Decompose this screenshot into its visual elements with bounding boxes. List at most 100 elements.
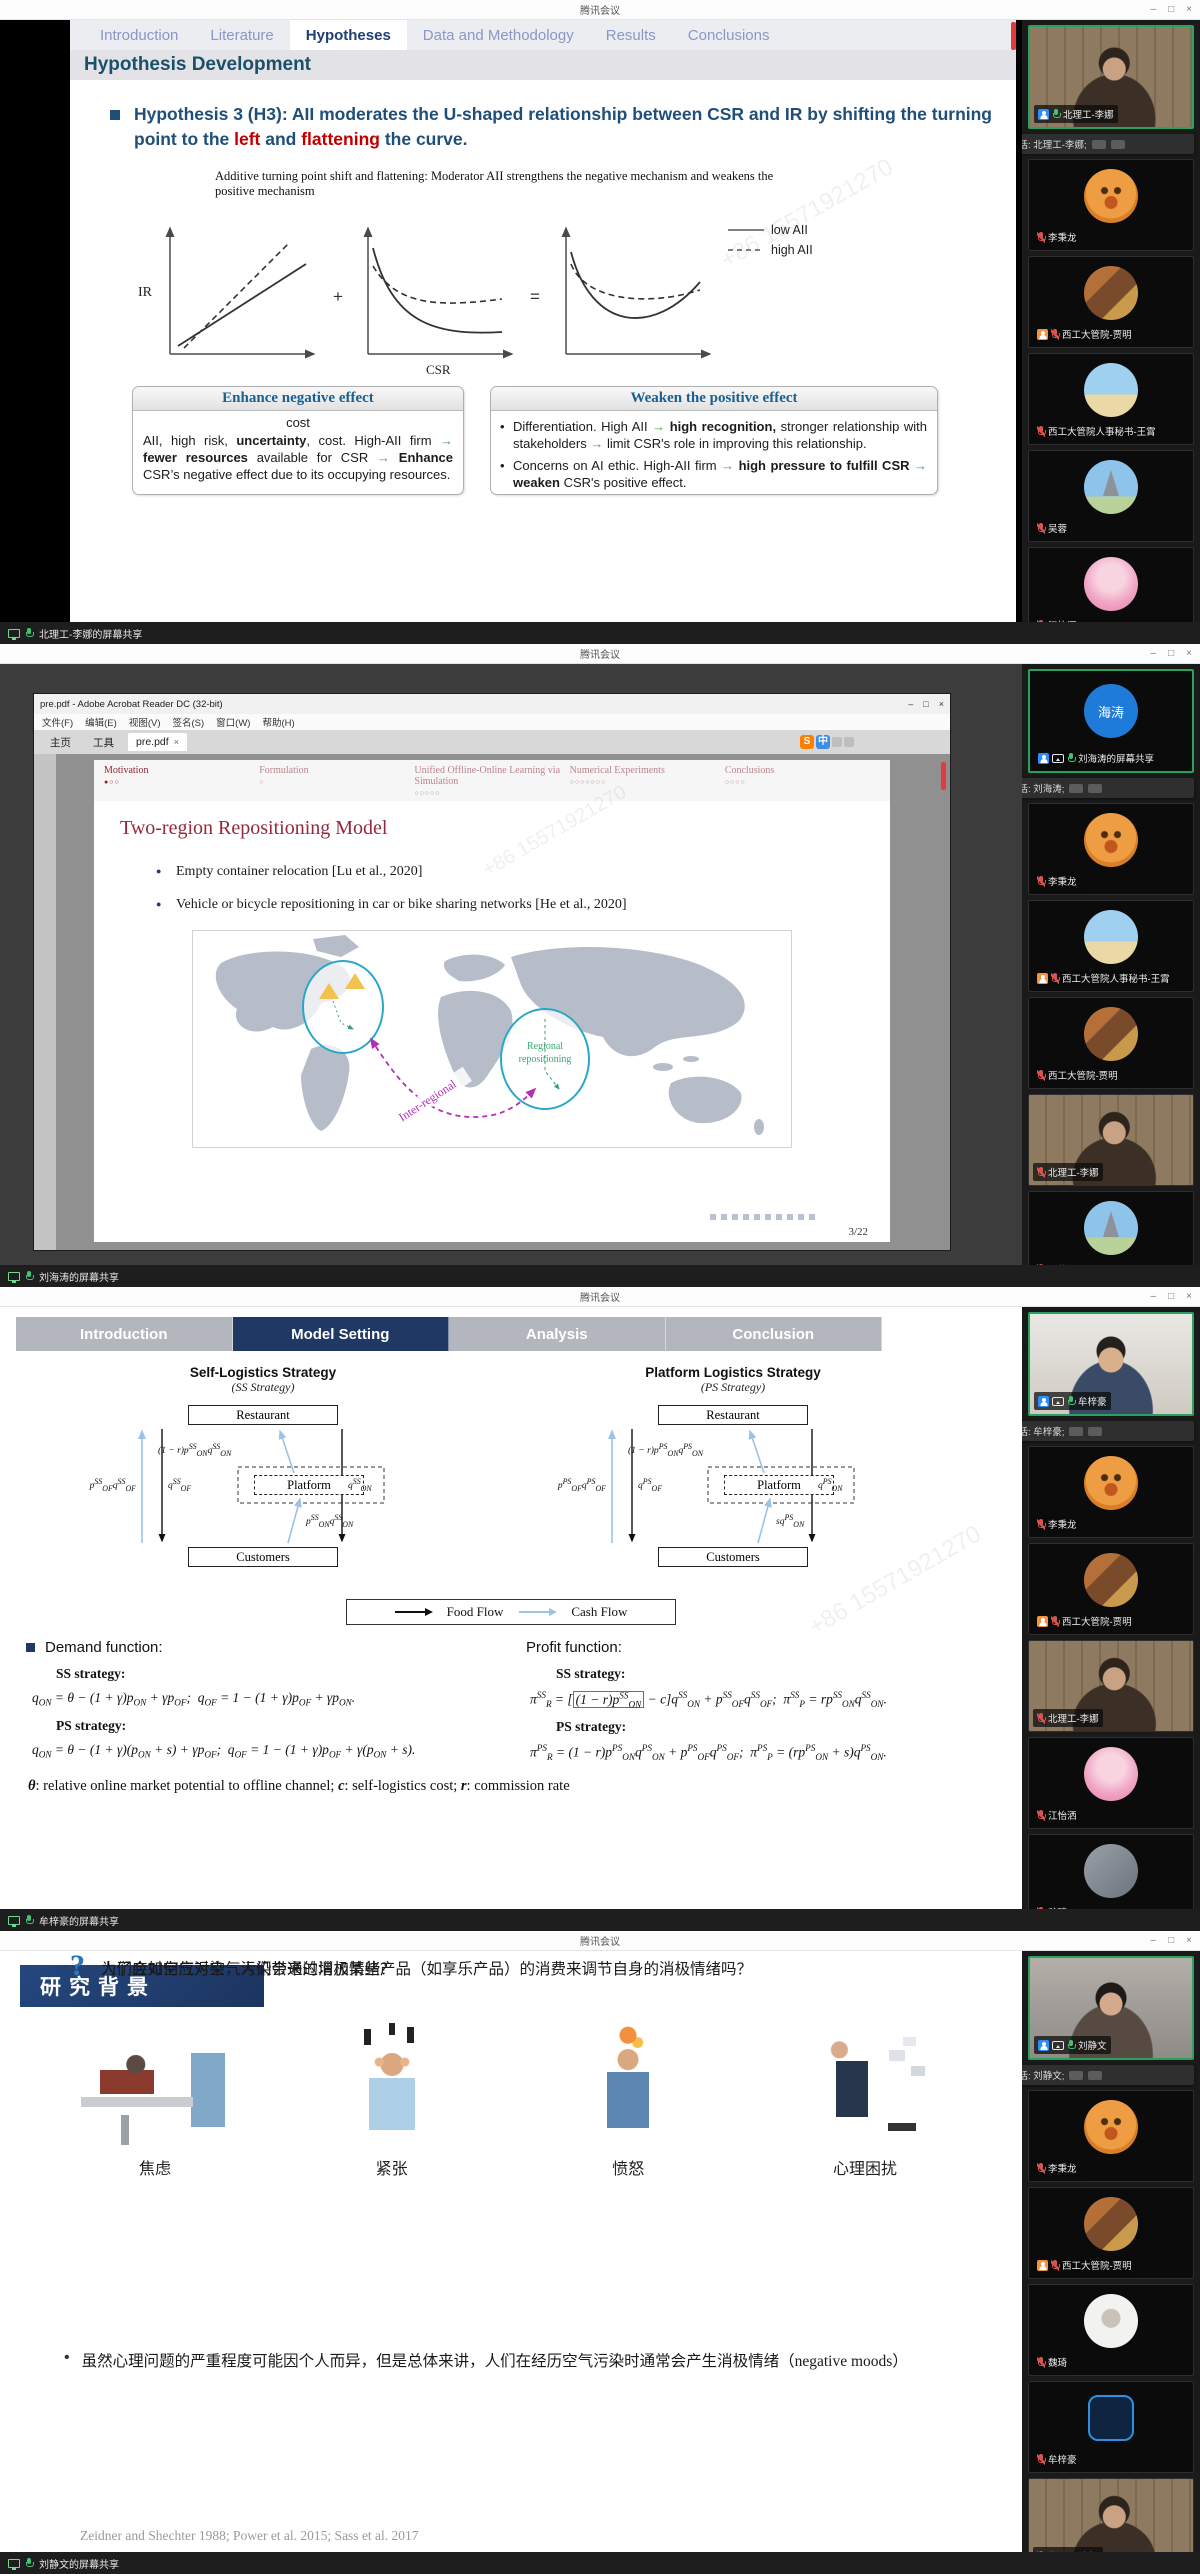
illustration-label: 紧张 [376, 2155, 408, 2179]
maximize-button[interactable]: □ [1168, 4, 1174, 15]
participant-tile[interactable]: 牟梓豪 [1028, 1312, 1194, 1416]
menu-item[interactable]: 视图(V) [129, 715, 161, 729]
participant-tile[interactable]: 吴蓉 [1028, 1191, 1194, 1265]
participant-tile[interactable]: 李秉龙 [1028, 2090, 1194, 2182]
share-status-bar[interactable]: 北理工-李娜的屏幕共享 [0, 622, 1200, 644]
role-badge-icon [1038, 109, 1049, 120]
ime-lang-icon[interactable]: 中 [816, 735, 830, 749]
close-button[interactable]: × [939, 699, 944, 709]
customers-box: Customers [658, 1547, 808, 1567]
slide-tab[interactable]: Data and Methodology [407, 20, 590, 50]
participant-tile[interactable]: 西工大管院-贾明 [1028, 2187, 1194, 2279]
slide-tab[interactable]: Literature [194, 20, 289, 50]
beamer-section[interactable]: Unified Offline-Online Learning via Simu… [414, 765, 569, 797]
slide-tab[interactable]: Results [590, 20, 672, 50]
sogou-icon[interactable]: S [800, 735, 814, 749]
close-button[interactable]: × [1186, 4, 1192, 15]
close-tab-icon[interactable]: × [174, 737, 179, 747]
tab-document[interactable]: pre.pdf× [128, 733, 187, 751]
minimize-button[interactable]: – [1151, 1935, 1157, 1946]
participant-tile[interactable]: 北理工-李娜 [1028, 25, 1194, 129]
reply-arrow-icon[interactable] [1088, 784, 1102, 793]
participant-tile[interactable]: 李秉龙 [1028, 803, 1194, 895]
pdf-page: Motivation ●○○ Formulation ○ U [94, 760, 890, 1242]
participant-tile[interactable]: 西工大管院人事秘书-王霄 [1028, 900, 1194, 992]
maximize-button[interactable]: □ [1168, 1935, 1174, 1946]
share-status-bar[interactable]: 牟梓豪的屏幕共享 [0, 1909, 1200, 1931]
beamer-nav-buttons[interactable] [710, 1214, 820, 1220]
participant-tile[interactable]: 西工大管院-贾明 [1028, 997, 1194, 1089]
app-title: 腾讯会议 [580, 1933, 620, 1948]
close-button[interactable]: × [1186, 1935, 1192, 1946]
minimize-button[interactable]: – [1151, 1291, 1157, 1302]
menu-item[interactable]: 编辑(E) [85, 715, 117, 729]
participant-tile[interactable]: 李秉龙 [1028, 159, 1194, 251]
scrollbar-thumb[interactable] [941, 762, 946, 790]
menu-item[interactable]: 文件(F) [42, 715, 73, 729]
participant-tile[interactable]: 吴蓉 [1028, 450, 1194, 542]
participant-name: 李秉龙 [1048, 874, 1077, 888]
participant-tile[interactable]: 魏琦 [1028, 2284, 1194, 2376]
beamer-section[interactable]: Motivation ●○○ [104, 765, 259, 797]
participant-tile[interactable]: 刘静文 [1028, 1956, 1194, 2060]
box-bullet: Differentiation. High AII → high recogni… [491, 415, 937, 454]
menu-item[interactable]: 帮助(H) [262, 715, 294, 729]
participant-tile[interactable]: 魏琦 [1028, 1834, 1194, 1909]
share-status-bar[interactable]: 刘海涛的屏幕共享 [0, 1265, 1200, 1287]
participant-tile[interactable]: 李秉龙 [1028, 1446, 1194, 1538]
tab-home[interactable]: 主页 [42, 732, 79, 753]
minimize-button[interactable]: – [1151, 4, 1157, 15]
tab-tools[interactable]: 工具 [85, 732, 122, 753]
close-button[interactable]: × [1186, 648, 1192, 659]
participant-tile[interactable]: 海涛 刘海涛的屏幕共享 [1028, 669, 1194, 773]
mic-icon [1051, 2260, 1059, 2271]
reply-arrow-icon[interactable] [1088, 2071, 1102, 2080]
acrobat-titlebar: pre.pdf - Adobe Acrobat Reader DC (32-bi… [34, 694, 950, 714]
participant-tile[interactable]: 北理工-李娜 [1028, 2478, 1194, 2552]
slide-tab[interactable]: Conclusions [672, 20, 786, 50]
participant-tile[interactable]: 北理工-李娜 [1028, 1094, 1194, 1186]
reply-arrow-icon[interactable] [1088, 1427, 1102, 1436]
mic-icon [1067, 2040, 1075, 2051]
maximize-button[interactable]: □ [1168, 1291, 1174, 1302]
menu-item[interactable]: 窗口(W) [216, 715, 250, 729]
slide-tab[interactable]: Hypotheses [290, 20, 407, 50]
pdf-view-area: Motivation ●○○ Formulation ○ U [34, 754, 950, 1250]
participant-tile[interactable]: 北理工-李娜 [1028, 1640, 1194, 1732]
beamer-section[interactable]: Formulation ○ [259, 765, 414, 797]
maximize-button[interactable]: □ [923, 699, 928, 709]
minimize-button[interactable]: – [908, 699, 913, 709]
scrollbar-thumb[interactable] [1011, 22, 1016, 50]
participant-tile[interactable]: 西工大管院-贾明 [1028, 256, 1194, 348]
ime-tool-icon[interactable] [844, 737, 854, 747]
close-button[interactable]: × [1186, 1291, 1192, 1302]
participant-tile[interactable]: 西工大管院人事秘书-王霄 [1028, 353, 1194, 445]
slide-tab[interactable]: Introduction [84, 20, 194, 50]
ps-label: PS strategy: [56, 1718, 502, 1734]
slide-tab[interactable]: Introduction [16, 1317, 233, 1351]
avatar [1084, 169, 1138, 223]
participant-name: 北理工-李娜 [1048, 1711, 1099, 1725]
maximize-button[interactable]: □ [1168, 648, 1174, 659]
box-body: AII, high risk, uncertainty, cost. High-… [133, 430, 463, 491]
slide-nav-tabs: IntroductionModel SettingAnalysisConclus… [16, 1317, 882, 1351]
beamer-section[interactable]: Conclusions ○○○○ [725, 765, 880, 797]
avatar [1084, 1553, 1138, 1607]
slide-tab[interactable]: Conclusion [666, 1317, 883, 1351]
slide-tab[interactable]: Analysis [449, 1317, 666, 1351]
participant-tile[interactable]: 牟梓豪 [1028, 2381, 1194, 2473]
reply-arrow-icon[interactable] [1111, 140, 1125, 149]
share-status-bar[interactable]: 刘静文的屏幕共享 [0, 2552, 1200, 2574]
beamer-section[interactable]: Numerical Experiments ○○○○○○○ [570, 765, 725, 797]
slide-tab[interactable]: Model Setting [233, 1317, 450, 1351]
participant-tile[interactable]: 江怡洒 [1028, 1737, 1194, 1829]
ime-tool-icon[interactable] [832, 737, 842, 747]
mic-icon [1037, 2454, 1045, 2465]
minimize-button[interactable]: – [1151, 648, 1157, 659]
menu-item[interactable]: 签名(S) [172, 715, 204, 729]
participant-tile[interactable]: 西工大管院-贾明 [1028, 1543, 1194, 1635]
avatar [1084, 1844, 1138, 1898]
participant-tile[interactable]: 江怡洒 [1028, 547, 1194, 622]
mic-icon [1037, 232, 1045, 243]
pdf-side-rail[interactable] [34, 754, 56, 1250]
